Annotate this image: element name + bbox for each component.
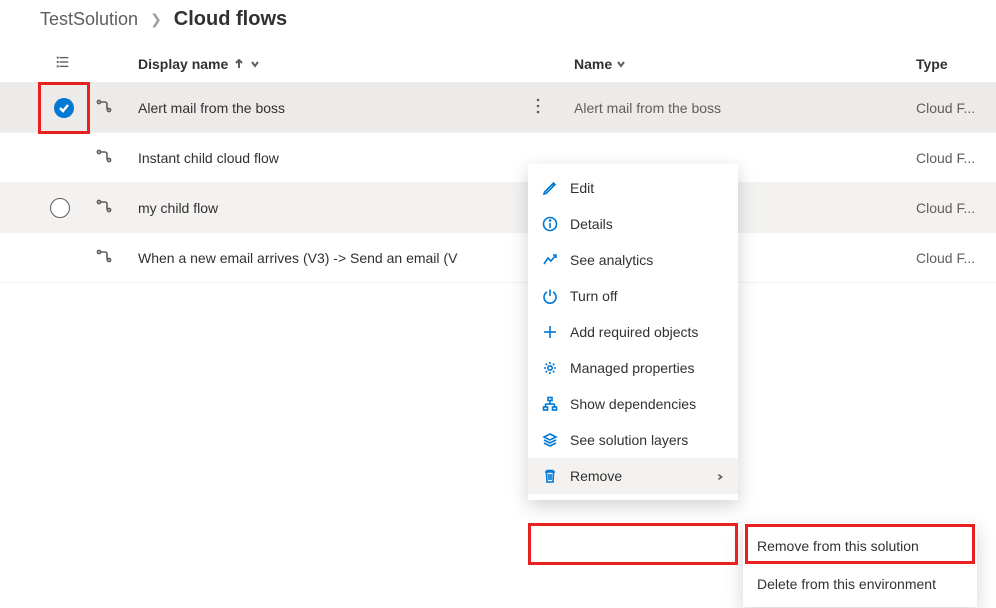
row-display-name[interactable]: When a new email arrives (V3) -> Send an… (138, 250, 457, 266)
column-header-label: Type (916, 56, 948, 72)
context-menu: Edit Details See analytics Turn off Add … (528, 164, 738, 500)
menu-item-edit[interactable]: Edit (528, 170, 738, 206)
row-type: Cloud F... (916, 100, 975, 116)
menu-label: Remove from this solution (757, 538, 963, 554)
column-name[interactable]: Name (558, 56, 916, 72)
table-row[interactable]: When a new email arrives (V3) -> Send an… (0, 233, 996, 283)
flow-icon (96, 248, 112, 267)
menu-label: Add required objects (570, 324, 724, 340)
pencil-icon (542, 180, 558, 196)
column-header-label: Display name (138, 56, 228, 72)
table-row[interactable]: Alert mail from the boss Alert mail from… (0, 83, 996, 133)
flow-icon (96, 148, 112, 167)
menu-item-details[interactable]: Details (528, 206, 738, 242)
menu-item-solution-layers[interactable]: See solution layers (528, 422, 738, 458)
menu-label: Managed properties (570, 360, 724, 376)
flow-icon (96, 98, 112, 117)
plus-icon (542, 324, 558, 340)
submenu-item-remove-solution[interactable]: Remove from this solution (743, 527, 977, 565)
menu-item-remove[interactable]: Remove (528, 458, 738, 494)
row-checkbox-checked[interactable] (54, 98, 74, 118)
sort-asc-icon (234, 56, 244, 72)
menu-label: See solution layers (570, 432, 724, 448)
analytics-icon (542, 252, 558, 268)
breadcrumb-parent[interactable]: TestSolution (40, 9, 138, 30)
menu-label: Edit (570, 180, 724, 196)
chevron-down-icon (616, 56, 626, 72)
menu-item-turnoff[interactable]: Turn off (528, 278, 738, 314)
column-display-name[interactable]: Display name (118, 56, 518, 72)
row-display-name[interactable]: my child flow (138, 200, 218, 216)
info-icon (542, 216, 558, 232)
layers-icon (542, 432, 558, 448)
hierarchy-icon (542, 396, 558, 412)
more-actions-icon[interactable] (536, 98, 540, 117)
menu-item-show-dependencies[interactable]: Show dependencies (528, 386, 738, 422)
submenu-remove: Remove from this solution Delete from th… (743, 523, 977, 607)
menu-label: Remove (570, 468, 704, 484)
trash-icon (542, 468, 558, 484)
row-display-name[interactable]: Instant child cloud flow (138, 150, 279, 166)
menu-label: Details (570, 216, 724, 232)
row-checkbox-unchecked[interactable] (50, 198, 70, 218)
table: Display name Name Type Alert mail from t… (0, 45, 996, 283)
chevron-right-icon (716, 468, 724, 484)
flow-icon (96, 198, 112, 217)
menu-label: Turn off (570, 288, 724, 304)
selection-highlight (38, 82, 90, 134)
menu-item-analytics[interactable]: See analytics (528, 242, 738, 278)
row-type: Cloud F... (916, 250, 975, 266)
table-header: Display name Name Type (0, 45, 996, 83)
power-icon (542, 288, 558, 304)
column-header-label: Name (574, 56, 612, 72)
row-type: Cloud F... (916, 150, 975, 166)
chevron-right-icon: ❯ (150, 11, 162, 28)
table-row[interactable]: Instant child cloud flow Cloud F... (0, 133, 996, 183)
menu-label: Show dependencies (570, 396, 724, 412)
breadcrumb: TestSolution ❯ Cloud flows (0, 0, 996, 45)
gear-icon (542, 360, 558, 376)
menu-label: See analytics (570, 252, 724, 268)
menu-item-add-required[interactable]: Add required objects (528, 314, 738, 350)
row-type: Cloud F... (916, 200, 975, 216)
column-type[interactable]: Type (916, 56, 996, 72)
chevron-down-icon (250, 56, 260, 72)
row-display-name[interactable]: Alert mail from the boss (138, 100, 285, 116)
table-row[interactable]: my child flow Cloud F... (0, 183, 996, 233)
submenu-item-delete-env[interactable]: Delete from this environment (743, 565, 977, 603)
breadcrumb-current: Cloud flows (174, 8, 287, 31)
row-name: Alert mail from the boss (574, 100, 721, 116)
list-icon[interactable] (56, 55, 70, 72)
menu-item-managed[interactable]: Managed properties (528, 350, 738, 386)
highlight-remove (528, 523, 738, 565)
menu-label: Delete from this environment (757, 576, 963, 592)
